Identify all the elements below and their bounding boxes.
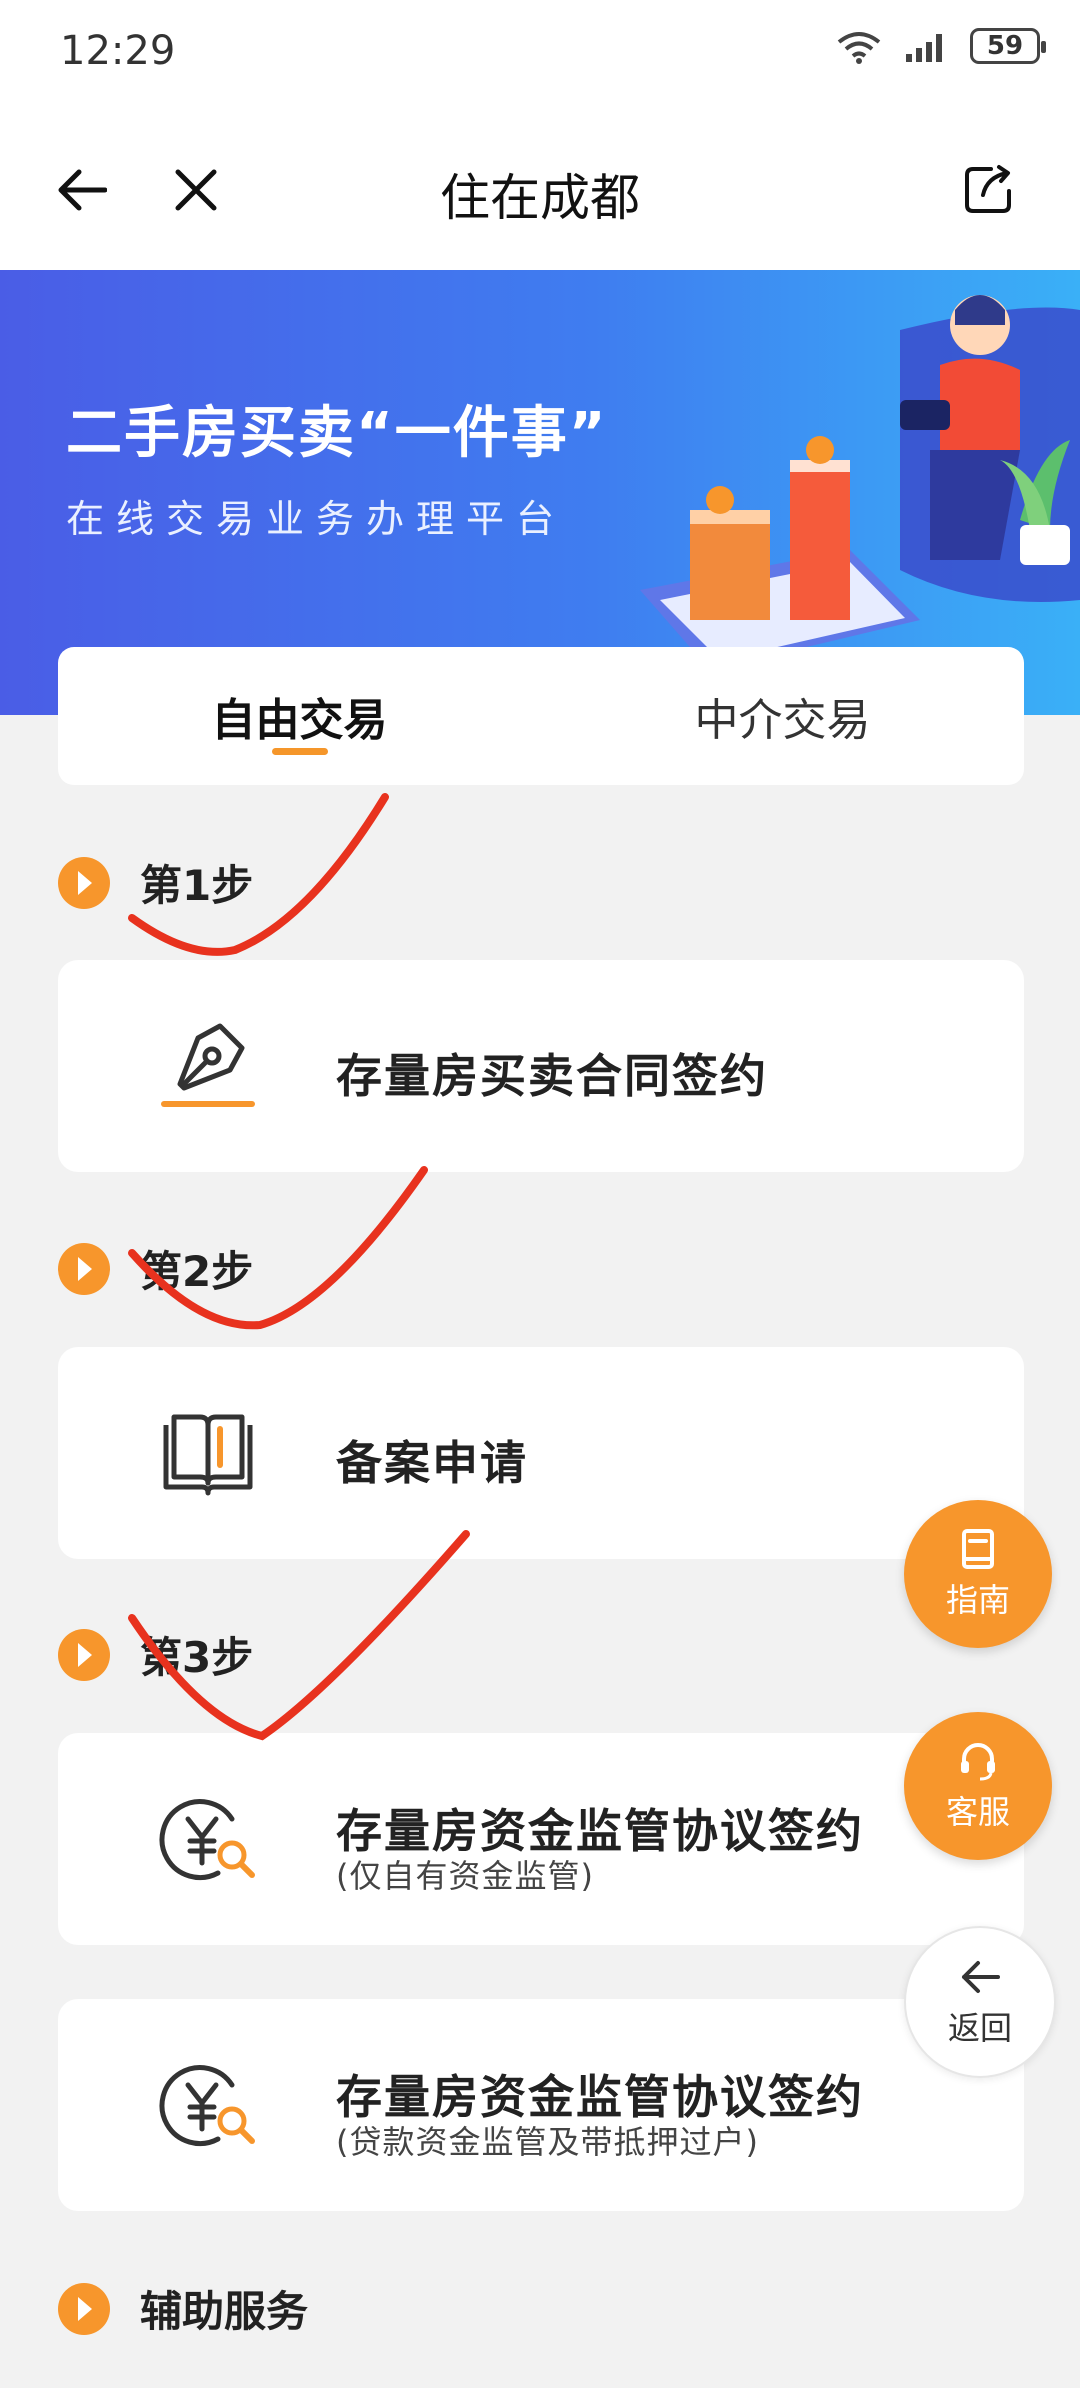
status-icons: 59 (834, 28, 1046, 64)
step-label: 第3步 (140, 1633, 254, 1682)
play-bullet-icon (58, 1242, 110, 1295)
play-bullet-icon (58, 2282, 110, 2335)
headset-icon (961, 1743, 995, 1781)
arrow-left-icon (962, 1961, 1000, 1993)
play-bullet-icon (58, 856, 110, 909)
step-label: 辅助服务 (140, 2287, 309, 2336)
signal-icon (906, 34, 942, 62)
share-icon (965, 165, 1011, 213)
card-title: 存量房买卖合同签约 (336, 1049, 768, 1103)
return-label: 返回 (947, 2009, 1012, 2047)
play-bullet-icon (58, 1628, 110, 1681)
step-2-header: 第2步 (58, 1238, 253, 1299)
status-bar: 12:29 59 (0, 0, 1080, 110)
book-icon (163, 1414, 253, 1496)
tab-label: 中介交易 (694, 695, 871, 746)
card-subtitle: (仅自有资金监管) (336, 1857, 594, 1895)
step-label: 第2步 (140, 1247, 254, 1296)
service-card-fund-supervision-own[interactable]: 存量房资金监管协议签约 (仅自有资金监管) (58, 1733, 1024, 1945)
page-title: 住在成都 (440, 169, 640, 227)
trade-type-tabs: 自由交易 中介交易 (58, 647, 1024, 785)
step-3-header: 第3步 (58, 1624, 253, 1685)
yuan-search-icon (159, 1799, 255, 1880)
pen-nib-icon (161, 1023, 255, 1107)
tab-label: 自由交易 (211, 695, 388, 746)
guide-book-icon (962, 1529, 994, 1569)
yuan-search-icon (159, 2065, 255, 2146)
step-1-header: 第1步 (58, 852, 253, 913)
service-card-contract[interactable]: 存量房买卖合同签约 (58, 960, 1024, 1172)
active-tab-indicator (271, 748, 328, 755)
customer-service-label: 客服 (945, 1793, 1010, 1831)
card-title: 备案申请 (336, 1436, 528, 1490)
status-time: 12:29 (60, 28, 176, 74)
battery-indicator: 59 (970, 28, 1046, 64)
guide-button[interactable]: 指南 (904, 1500, 1052, 1648)
wifi-icon (837, 32, 881, 64)
share-button[interactable] (958, 160, 1018, 220)
service-card-filing[interactable]: 备案申请 (58, 1347, 1024, 1559)
tab-free-trade[interactable]: 自由交易 (58, 647, 541, 785)
aux-services-header: 辅助服务 (58, 2278, 308, 2339)
banner-subtitle: 在线交易业务办理平台 (66, 497, 567, 541)
return-button[interactable]: 返回 (904, 1926, 1056, 2078)
card-subtitle: (贷款资金监管及带抵押过户) (336, 2123, 759, 2161)
tab-agency-trade[interactable]: 中介交易 (541, 647, 1024, 785)
service-card-fund-supervision-loan[interactable]: 存量房资金监管协议签约 (贷款资金监管及带抵押过户) (58, 1999, 1024, 2211)
banner-title: 二手房买卖“一件事” (66, 401, 608, 466)
step-label: 第1步 (140, 861, 254, 910)
guide-label: 指南 (945, 1581, 1010, 1619)
nav-bar: 住在成都 (0, 110, 1080, 270)
customer-service-button[interactable]: 客服 (904, 1712, 1052, 1860)
